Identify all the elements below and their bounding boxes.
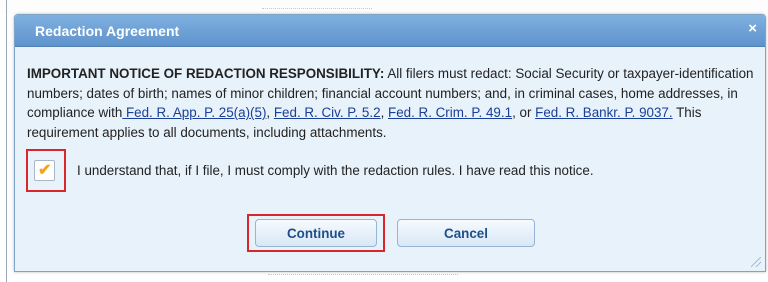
checkmark-icon: ✔ xyxy=(38,162,52,179)
redaction-agreement-dialog: Redaction Agreement × IMPORTANT NOTICE O… xyxy=(14,14,766,272)
cancel-button[interactable]: Cancel xyxy=(397,219,535,247)
continue-button[interactable]: Continue xyxy=(255,219,377,247)
notice-separator: , or xyxy=(512,105,536,120)
dialog-titlebar[interactable]: Redaction Agreement × xyxy=(15,15,765,47)
agreement-checkbox[interactable]: ✔ xyxy=(34,160,55,181)
link-fed-r-crim-p[interactable]: Fed. R. Crim. P. 49.1 xyxy=(388,105,512,120)
redaction-notice: IMPORTANT NOTICE OF REDACTION RESPONSIBI… xyxy=(27,64,757,142)
notice-separator: , xyxy=(266,105,274,120)
dialog-title: Redaction Agreement xyxy=(35,23,180,39)
background-field-bottom xyxy=(268,274,458,281)
background-field-top xyxy=(262,0,372,9)
background-border xyxy=(6,0,7,282)
close-icon[interactable]: × xyxy=(748,21,757,36)
link-fed-r-app-p[interactable]: Fed. R. App. P. 25(a)(5) xyxy=(122,105,266,120)
notice-separator: , xyxy=(380,105,389,120)
agreement-label: I understand that, if I file, I must com… xyxy=(77,163,594,178)
background-page xyxy=(0,0,768,14)
link-fed-r-bankr-p[interactable]: Fed. R. Bankr. P. 9037. xyxy=(535,105,672,120)
notice-heading: IMPORTANT NOTICE OF REDACTION RESPONSIBI… xyxy=(27,66,385,81)
link-fed-r-civ-p[interactable]: Fed. R. Civ. P. 5.2 xyxy=(274,105,381,120)
resize-handle-icon[interactable] xyxy=(751,257,761,267)
